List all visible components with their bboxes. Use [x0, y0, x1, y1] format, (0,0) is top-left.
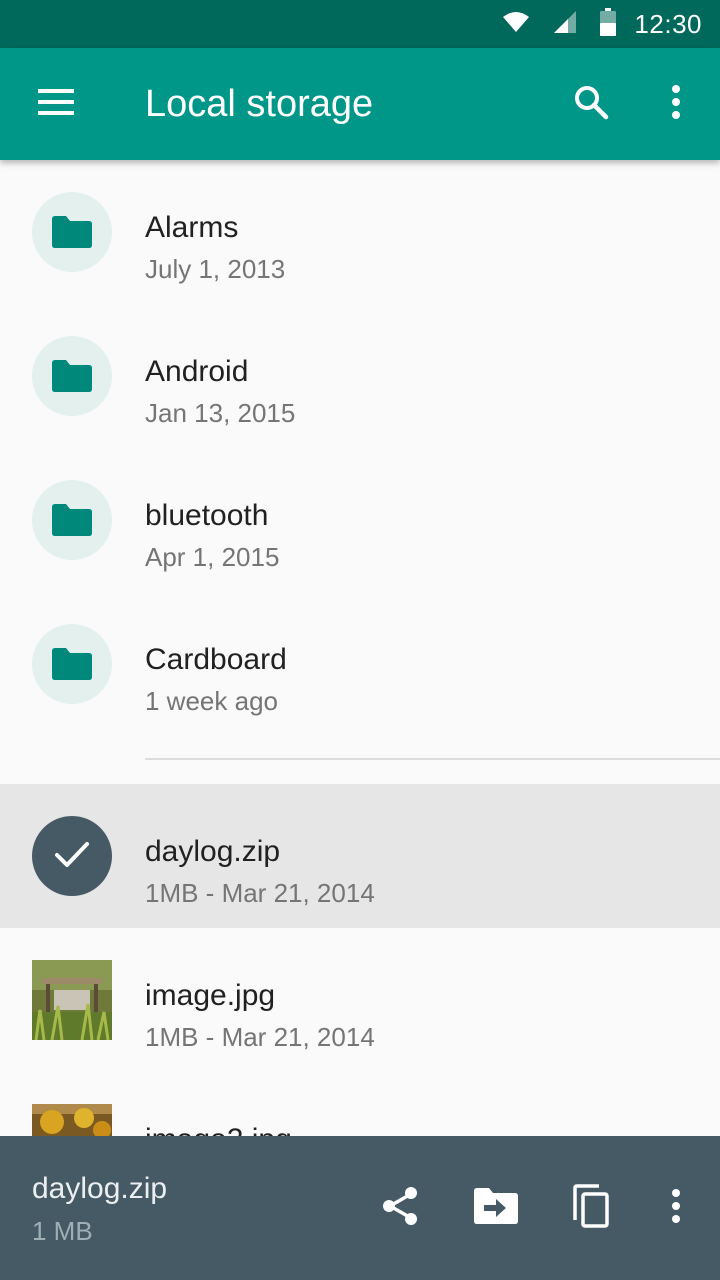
more-options-button[interactable]: [648, 76, 704, 132]
share-button[interactable]: [372, 1180, 428, 1236]
status-time: 12:30: [634, 8, 702, 39]
folder-name: Android: [145, 355, 249, 388]
folder-icon: [32, 192, 112, 272]
status-bar: 12:30: [0, 0, 720, 48]
copy-button[interactable]: [563, 1180, 619, 1236]
wifi-icon: [502, 10, 530, 39]
search-button[interactable]: [563, 76, 619, 132]
folder-date: Jan 13, 2015: [145, 398, 296, 428]
file-row-image-jpg[interactable]: image.jpg 1MB - Mar 21, 2014: [0, 928, 720, 1072]
copy-icon: [571, 1183, 611, 1233]
section-divider: [0, 736, 720, 784]
file-meta: 1MB - Mar 21, 2014: [145, 878, 375, 908]
file-meta: 1MB - Mar 21, 2014: [145, 1022, 375, 1052]
folder-icon: [32, 480, 112, 560]
selection-action-bar: daylog.zip 1 MB: [0, 1136, 720, 1280]
search-icon: [573, 84, 609, 125]
folder-date: Apr 1, 2015: [145, 542, 280, 572]
share-icon: [380, 1186, 420, 1231]
selected-file-name: daylog.zip: [32, 1172, 168, 1205]
image-thumbnail: [32, 960, 112, 1040]
move-to-folder-icon: [474, 1187, 518, 1229]
selection-more-button[interactable]: [648, 1180, 704, 1236]
folder-row-android[interactable]: Android Jan 13, 2015: [0, 304, 720, 448]
move-to-folder-button[interactable]: [468, 1180, 524, 1236]
battery-icon: [600, 7, 617, 41]
menu-button[interactable]: [28, 76, 84, 132]
selected-file-size: 1 MB: [32, 1216, 93, 1246]
page-title: Local storage: [145, 83, 374, 125]
file-row-daylog-zip[interactable]: daylog.zip 1MB - Mar 21, 2014: [0, 784, 720, 928]
file-name: daylog.zip: [145, 835, 281, 868]
folder-row-cardboard[interactable]: Cardboard 1 week ago: [0, 592, 720, 736]
folder-icon: [32, 336, 112, 416]
folder-name: bluetooth: [145, 499, 269, 532]
folder-row-alarms[interactable]: Alarms July 1, 2013: [0, 160, 720, 304]
folder-icon: [32, 624, 112, 704]
check-icon: [54, 840, 90, 873]
folder-date: 1 week ago: [145, 686, 278, 716]
more-vert-icon: [671, 84, 681, 124]
folder-name: Cardboard: [145, 643, 287, 676]
selected-check[interactable]: [32, 816, 112, 896]
folder-date: July 1, 2013: [145, 254, 286, 284]
file-list: Alarms July 1, 2013 Android Jan 13, 2015…: [0, 160, 720, 1216]
file-name: image.jpg: [145, 979, 276, 1012]
folder-name: Alarms: [145, 211, 239, 244]
menu-icon: [38, 88, 74, 120]
more-vert-icon: [671, 1188, 681, 1228]
signal-icon: [552, 9, 578, 40]
app-bar: Local storage: [0, 48, 720, 160]
folder-row-bluetooth[interactable]: bluetooth Apr 1, 2015: [0, 448, 720, 592]
